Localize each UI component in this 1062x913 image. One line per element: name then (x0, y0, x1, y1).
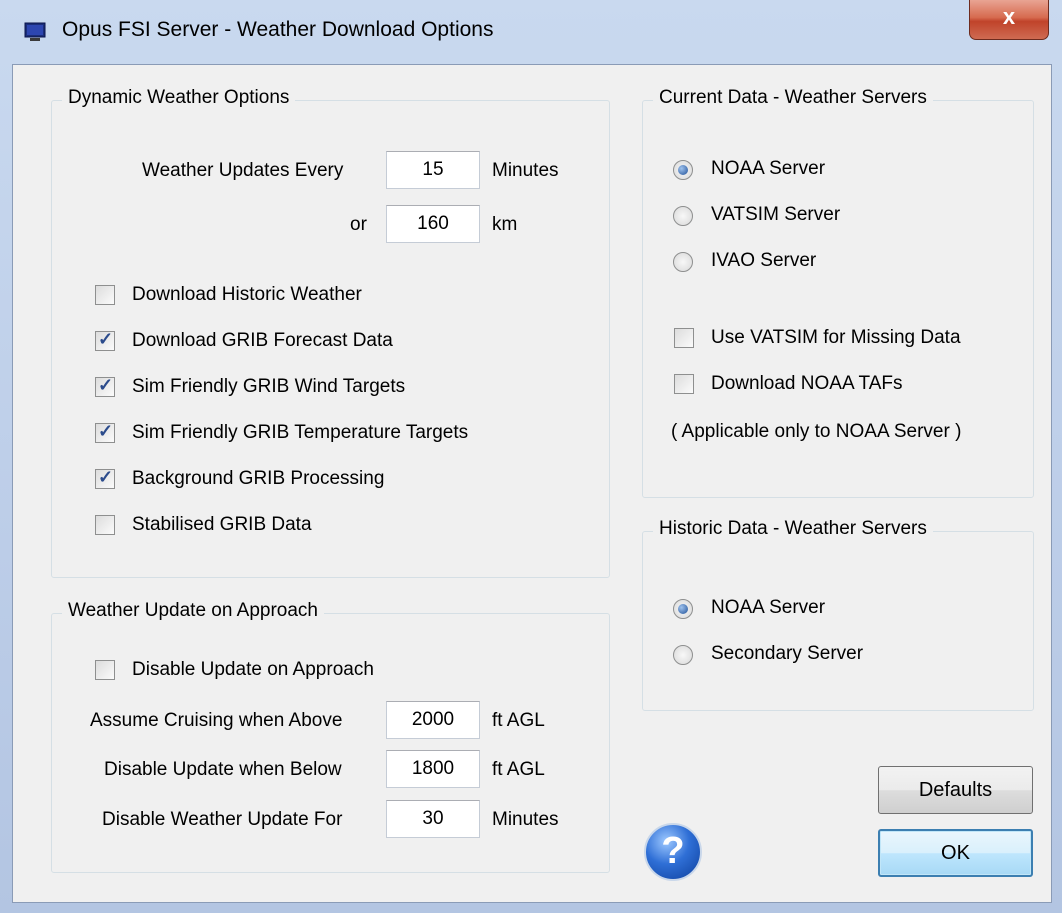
noaa-only-note: ( Applicable only to NOAA Server ) (671, 421, 962, 442)
group-historic-servers: Historic Data - Weather Servers NOAA Ser… (642, 518, 1034, 711)
checkmark-icon: ✓ (98, 421, 114, 441)
update-minutes-input[interactable] (386, 151, 480, 189)
radio-selected-icon (678, 165, 688, 175)
grib-forecast-checkbox[interactable]: ✓ (95, 329, 115, 351)
historic-noaa-radio[interactable] (673, 599, 693, 619)
group-approach: Weather Update on Approach Disable Updat… (51, 600, 610, 873)
noaa-tafs-label: Download NOAA TAFs (711, 373, 903, 394)
checkmark-icon: ✓ (98, 467, 114, 487)
group-title-approach: Weather Update on Approach (62, 600, 324, 622)
disable-below-input[interactable] (386, 750, 480, 788)
noaa-tafs-checkbox[interactable] (674, 374, 694, 394)
update-minutes-unit: Minutes (492, 160, 559, 181)
group-title-dynamic: Dynamic Weather Options (62, 87, 296, 109)
window-title: Opus FSI Server - Weather Download Optio… (62, 18, 494, 41)
vatsim-missing-label: Use VATSIM for Missing Data (711, 327, 961, 348)
grib-background-checkbox[interactable]: ✓ (95, 467, 115, 489)
vatsim-missing-checkbox[interactable] (674, 328, 694, 348)
disable-approach-checkbox[interactable] (95, 660, 115, 680)
current-noaa-label: NOAA Server (711, 158, 826, 179)
cruise-above-input[interactable] (386, 701, 480, 739)
historic-secondary-radio[interactable] (673, 645, 693, 665)
help-icon[interactable]: ? (644, 823, 702, 881)
close-button[interactable]: x (969, 0, 1049, 40)
disable-for-label: Disable Weather Update For (102, 809, 343, 830)
dialog-window: Opus FSI Server - Weather Download Optio… (0, 0, 1062, 913)
disable-for-input[interactable] (386, 800, 480, 838)
grib-forecast-label: Download GRIB Forecast Data (132, 330, 393, 351)
disable-below-unit: ft AGL (492, 759, 545, 780)
current-ivao-radio[interactable] (673, 252, 693, 272)
cruise-above-label: Assume Cruising when Above (90, 710, 343, 731)
historic-weather-checkbox[interactable] (95, 285, 115, 305)
historic-secondary-label: Secondary Server (711, 643, 864, 664)
disable-approach-label: Disable Update on Approach (132, 659, 374, 680)
ok-button[interactable]: OK (878, 829, 1033, 877)
cruise-above-unit: ft AGL (492, 710, 545, 731)
disable-below-label: Disable Update when Below (104, 759, 342, 780)
historic-noaa-label: NOAA Server (711, 597, 826, 618)
grib-wind-checkbox[interactable]: ✓ (95, 375, 115, 397)
defaults-button[interactable]: Defaults (878, 766, 1033, 814)
grib-temperature-label: Sim Friendly GRIB Temperature Targets (132, 422, 469, 443)
updates-every-label: Weather Updates Every (142, 160, 344, 181)
group-title-historic: Historic Data - Weather Servers (653, 518, 933, 540)
grib-temperature-checkbox[interactable]: ✓ (95, 421, 115, 443)
current-vatsim-label: VATSIM Server (711, 204, 841, 225)
close-icon: x (1002, 4, 1016, 29)
checkmark-icon: ✓ (98, 329, 114, 349)
current-noaa-radio[interactable] (673, 160, 693, 180)
dialog-client-area: Dynamic Weather Options Weather Updates … (12, 64, 1052, 903)
current-ivao-label: IVAO Server (711, 250, 817, 271)
radio-selected-icon (678, 604, 688, 614)
update-distance-input[interactable] (386, 205, 480, 243)
title-bar[interactable]: Opus FSI Server - Weather Download Optio… (0, 0, 1062, 64)
group-current-servers: Current Data - Weather Servers NOAA Serv… (642, 87, 1034, 498)
group-dynamic-weather: Dynamic Weather Options Weather Updates … (51, 87, 610, 578)
grib-background-label: Background GRIB Processing (132, 468, 385, 489)
or-label: or (350, 214, 367, 235)
historic-weather-label: Download Historic Weather (132, 284, 362, 305)
monitor-icon (24, 22, 46, 41)
grib-stabilised-label: Stabilised GRIB Data (132, 514, 312, 535)
group-title-current: Current Data - Weather Servers (653, 87, 933, 109)
grib-wind-label: Sim Friendly GRIB Wind Targets (132, 376, 406, 397)
update-distance-unit: km (492, 214, 518, 235)
checkmark-icon: ✓ (98, 375, 114, 395)
disable-for-unit: Minutes (492, 809, 559, 830)
current-vatsim-radio[interactable] (673, 206, 693, 226)
grib-stabilised-checkbox[interactable] (95, 515, 115, 535)
